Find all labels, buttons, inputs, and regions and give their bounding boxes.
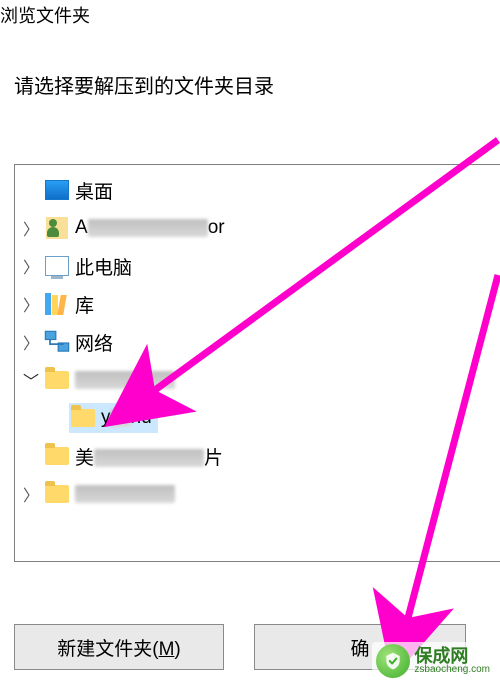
tree-root-desktop[interactable]: 桌面 [15,171,500,209]
label-suffix: or [208,217,225,238]
censored-text [75,371,175,389]
censored-text [75,485,175,503]
tree-item-label: 此电脑 [75,253,132,280]
chevron-right-icon[interactable]: 〉 [19,482,43,506]
watermark: 保成网 zsbaocheng.com [372,642,494,680]
tree-item-this-pc[interactable]: 〉 此电脑 [15,247,500,285]
chevron-right-icon[interactable]: 〉 [19,254,43,278]
label-suffix: hu [131,407,152,428]
censored-text [111,409,131,427]
desktop-icon [43,178,71,202]
tree-item-label: 美片 [75,443,223,470]
tree-item-label: yhu [101,407,152,429]
censored-text [94,449,204,467]
label-prefix: y [101,407,111,428]
button-label: 新建文件夹(M) [57,634,180,661]
label-prefix: A [75,217,88,238]
tree-item-selected[interactable]: yhu [15,399,500,437]
button-label: 确 [350,634,369,661]
tree-item-folder-2[interactable]: 美片 [15,437,500,475]
tree-item-network[interactable]: 〉 网络 [15,323,500,361]
library-icon [43,292,71,316]
tree-item-label: 库 [75,291,94,318]
chevron-right-icon[interactable]: 〉 [19,330,43,354]
folder-icon [43,368,71,392]
tree-item-label: 网络 [75,329,113,356]
watermark-text-en: zsbaocheng.com [414,665,490,675]
tree-item-libraries[interactable]: 〉 库 [15,285,500,323]
tree-item-folder-3[interactable]: 〉 [15,475,500,513]
label-suffix: 片 [204,448,223,469]
label-prefix: 美 [75,448,94,469]
chevron-right-icon[interactable]: 〉 [19,216,43,240]
tree-item-label [75,483,175,505]
chevron-right-icon[interactable]: 〉 [19,292,43,316]
watermark-logo-icon [376,644,410,678]
folder-tree[interactable]: 桌面 〉 Aor 〉 此电脑 〉 库 〉 网络 ﹀ [14,164,500,562]
folder-icon [69,406,97,430]
instruction-text: 请选择要解压到的文件夹目录 [14,70,500,99]
tree-item-label: 桌面 [75,177,113,204]
tree-item-user[interactable]: 〉 Aor [15,209,500,247]
network-icon [43,330,71,354]
pc-icon [43,254,71,278]
folder-icon [43,444,71,468]
chevron-down-icon[interactable]: ﹀ [19,368,43,392]
censored-text [88,219,208,237]
tree-item-label [75,369,175,391]
watermark-text-cn: 保成网 [414,647,490,665]
user-icon [43,216,71,240]
tree-item-folder-1[interactable]: ﹀ [15,361,500,399]
folder-icon [43,482,71,506]
window-title: 浏览文件夹 [0,0,500,28]
tree-item-label: Aor [75,217,225,239]
new-folder-button[interactable]: 新建文件夹(M) [14,624,224,670]
